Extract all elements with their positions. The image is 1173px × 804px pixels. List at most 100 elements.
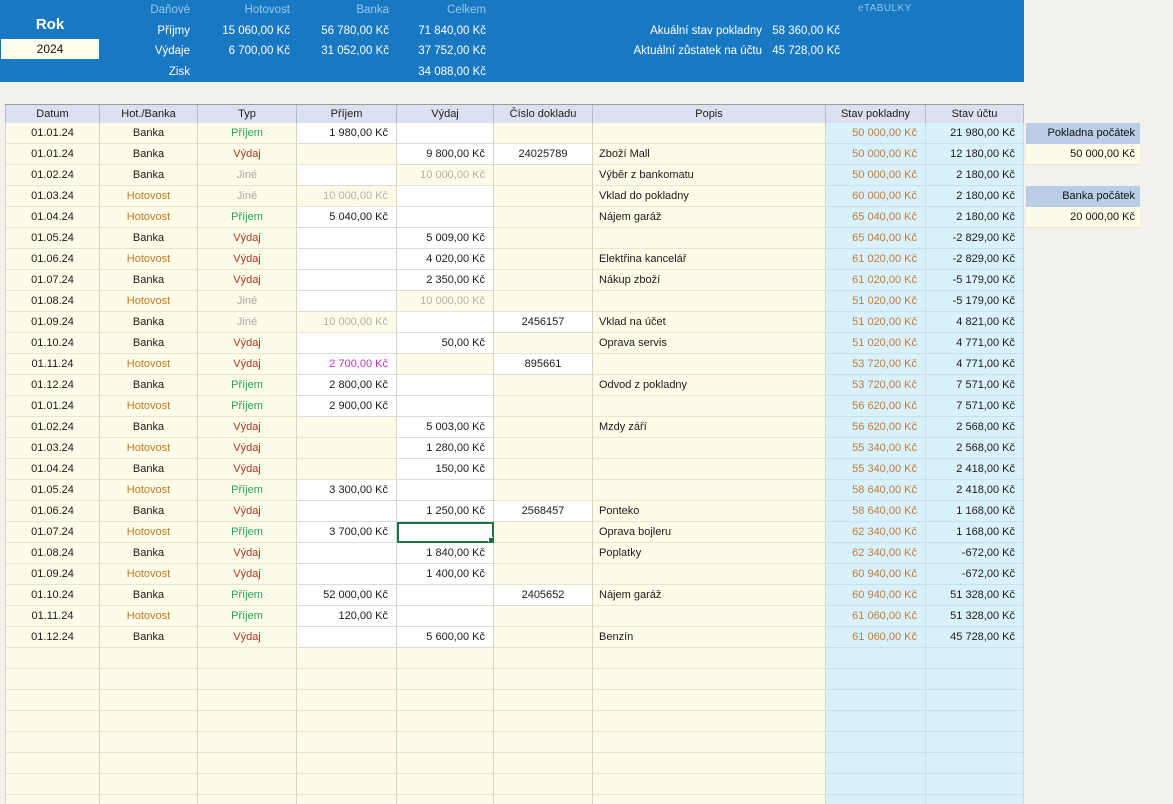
cell-stav-pokladny[interactable]: 65 040,00 Kč xyxy=(826,207,926,228)
cell-prijem[interactable]: 120,00 Kč xyxy=(297,606,397,627)
cell-typ[interactable]: Výdaj xyxy=(198,354,297,375)
cell-kanal[interactable]: Hotovost xyxy=(100,207,198,228)
cell-prijem[interactable]: 10 000,00 Kč xyxy=(297,186,397,207)
cell-kanal[interactable]: Banka xyxy=(100,501,198,522)
cell-popis[interactable]: Odvod z pokladny xyxy=(593,375,826,396)
cell-typ[interactable]: Výdaj xyxy=(198,270,297,291)
cell-stav-pokladny[interactable] xyxy=(826,753,926,774)
cell-datum[interactable] xyxy=(5,690,100,711)
cell-doklad[interactable] xyxy=(494,438,593,459)
cell-popis[interactable]: Výběr z bankomatu xyxy=(593,165,826,186)
summary-value-cell[interactable]: 71 840,00 Kč xyxy=(395,21,492,42)
cell-kanal[interactable]: Banka xyxy=(100,585,198,606)
cell-doklad[interactable] xyxy=(494,606,593,627)
cell-doklad[interactable] xyxy=(494,648,593,669)
cell-vydaj[interactable]: 5 003,00 Kč xyxy=(397,417,494,438)
cell-kanal[interactable]: Banka xyxy=(100,270,198,291)
cell-datum[interactable]: 01.10.24 xyxy=(5,585,100,606)
cell-datum[interactable]: 01.12.24 xyxy=(5,375,100,396)
cell-kanal[interactable]: Banka xyxy=(100,417,198,438)
cell-stav-uctu[interactable]: 1 168,00 Kč xyxy=(926,522,1024,543)
cell-popis[interactable] xyxy=(593,564,826,585)
column-header-kanal[interactable]: Hot./Banka xyxy=(100,105,198,123)
initial-balance-label[interactable]: Pokladna počátek xyxy=(1026,123,1140,144)
cell-stav-pokladny[interactable] xyxy=(826,711,926,732)
cell-typ[interactable]: Výdaj xyxy=(198,501,297,522)
cell-stav-uctu[interactable]: 4 771,00 Kč xyxy=(926,333,1024,354)
cell-datum[interactable]: 01.01.24 xyxy=(5,123,100,144)
cell-prijem[interactable] xyxy=(297,270,397,291)
cell-vydaj[interactable] xyxy=(397,207,494,228)
cell-kanal[interactable]: Banka xyxy=(100,123,198,144)
cell-stav-uctu[interactable]: 2 180,00 Kč xyxy=(926,186,1024,207)
cell-stav-uctu[interactable]: -2 829,00 Kč xyxy=(926,228,1024,249)
cell-popis[interactable]: Nákup zboží xyxy=(593,270,826,291)
cell-doklad[interactable] xyxy=(494,228,593,249)
cell-stav-uctu[interactable]: 7 571,00 Kč xyxy=(926,375,1024,396)
column-header-stav_uctu[interactable]: Stav účtu xyxy=(926,105,1024,123)
cell-kanal[interactable]: Banka xyxy=(100,333,198,354)
cell-doklad[interactable] xyxy=(494,753,593,774)
cell-popis[interactable] xyxy=(593,291,826,312)
account-balance-value[interactable]: 45 728,00 Kč xyxy=(768,41,844,62)
cell-vydaj[interactable]: 1 250,00 Kč xyxy=(397,501,494,522)
initial-balance-value[interactable]: 50 000,00 Kč xyxy=(1026,144,1140,165)
cell-datum[interactable] xyxy=(5,753,100,774)
cell-vydaj[interactable] xyxy=(397,753,494,774)
cell-stav-uctu[interactable]: 7 571,00 Kč xyxy=(926,396,1024,417)
summary-value-cell[interactable] xyxy=(196,62,296,83)
cell-popis[interactable] xyxy=(593,123,826,144)
cell-typ[interactable]: Výdaj xyxy=(198,543,297,564)
cell-doklad[interactable] xyxy=(494,207,593,228)
column-header-prijem[interactable]: Příjem xyxy=(297,105,397,123)
cell-datum[interactable]: 01.05.24 xyxy=(5,480,100,501)
cell-datum[interactable]: 01.06.24 xyxy=(5,249,100,270)
cell-doklad[interactable] xyxy=(494,165,593,186)
cell-popis[interactable]: Mzdy září xyxy=(593,417,826,438)
cell-vydaj[interactable] xyxy=(397,795,494,804)
cell-prijem[interactable] xyxy=(297,690,397,711)
cell-vydaj[interactable] xyxy=(397,123,494,144)
cell-typ[interactable]: Jiné xyxy=(198,186,297,207)
cell-prijem[interactable] xyxy=(297,228,397,249)
cell-typ[interactable]: Jiné xyxy=(198,165,297,186)
cell-datum[interactable]: 01.11.24 xyxy=(5,606,100,627)
cell-vydaj[interactable] xyxy=(397,606,494,627)
cell-typ[interactable]: Výdaj xyxy=(198,459,297,480)
cell-kanal[interactable]: Banka xyxy=(100,543,198,564)
cell-doklad[interactable] xyxy=(494,333,593,354)
cell-doklad[interactable] xyxy=(494,795,593,804)
cell-datum[interactable] xyxy=(5,732,100,753)
cell-popis[interactable]: Benzín xyxy=(593,627,826,648)
cell-vydaj[interactable] xyxy=(397,585,494,606)
cell-datum[interactable]: 01.01.24 xyxy=(5,396,100,417)
cell-popis[interactable] xyxy=(593,459,826,480)
cell-typ[interactable]: Výdaj xyxy=(198,438,297,459)
cell-stav-pokladny[interactable]: 61 060,00 Kč xyxy=(826,627,926,648)
summary-value-cell[interactable]: 34 088,00 Kč xyxy=(395,62,492,83)
cell-doklad[interactable] xyxy=(494,627,593,648)
cell-popis[interactable]: Nájem garáž xyxy=(593,207,826,228)
cell-stav-uctu[interactable]: -672,00 Kč xyxy=(926,564,1024,585)
cell-vydaj[interactable] xyxy=(397,480,494,501)
cell-popis[interactable]: Zboží Mall xyxy=(593,144,826,165)
cell-stav-uctu[interactable] xyxy=(926,648,1024,669)
cell-kanal[interactable] xyxy=(100,753,198,774)
cell-typ[interactable]: Výdaj xyxy=(198,564,297,585)
cell-doklad[interactable] xyxy=(494,396,593,417)
cell-popis[interactable] xyxy=(593,774,826,795)
cell-prijem[interactable]: 5 040,00 Kč xyxy=(297,207,397,228)
cell-prijem[interactable] xyxy=(297,795,397,804)
cell-prijem[interactable] xyxy=(297,732,397,753)
cell-prijem[interactable] xyxy=(297,627,397,648)
cell-kanal[interactable]: Banka xyxy=(100,627,198,648)
cell-vydaj[interactable] xyxy=(397,648,494,669)
cell-typ[interactable] xyxy=(198,711,297,732)
cell-datum[interactable] xyxy=(5,774,100,795)
cell-prijem[interactable] xyxy=(297,144,397,165)
cell-kanal[interactable]: Banka xyxy=(100,228,198,249)
cell-stav-pokladny[interactable]: 53 720,00 Kč xyxy=(826,375,926,396)
cell-kanal[interactable] xyxy=(100,795,198,804)
cell-typ[interactable]: Jiné xyxy=(198,312,297,333)
cell-typ[interactable]: Příjem xyxy=(198,522,297,543)
